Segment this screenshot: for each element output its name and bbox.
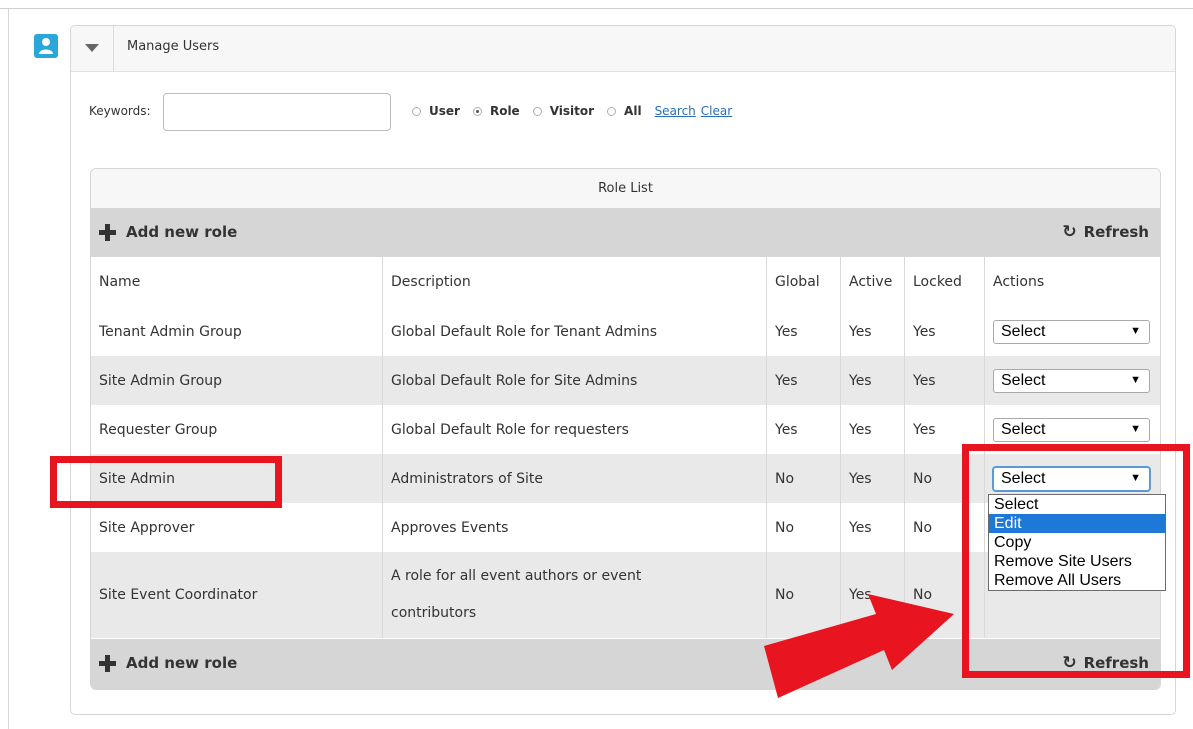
annotation-arrow-icon: [764, 594, 954, 698]
annotation-highlight-site-admin: [50, 456, 282, 508]
role-description: Approves Events: [382, 503, 766, 552]
radio-button[interactable]: [532, 106, 542, 116]
keywords-label: Keywords:: [89, 104, 151, 118]
radio-visitor[interactable]: Visitor: [532, 104, 595, 118]
refresh-label: Refresh: [1083, 223, 1149, 241]
role-name: Requester Group: [99, 421, 218, 438]
role-global: No: [766, 454, 840, 503]
refresh-button[interactable]: ↻ Refresh: [1062, 223, 1149, 241]
add-new-role-button[interactable]: Add new role: [99, 223, 237, 241]
panel-header: Manage Users: [71, 26, 1175, 72]
radio-label: Role: [489, 104, 520, 118]
column-header-active[interactable]: Active: [840, 257, 904, 307]
radio-label: All: [624, 104, 642, 118]
add-new-role-label: Add new role: [126, 223, 238, 241]
select-value: Select: [1001, 420, 1046, 438]
triangle-down-icon: ▼: [1130, 373, 1141, 386]
column-header-global[interactable]: Global: [766, 257, 840, 307]
search-link[interactable]: Search: [655, 104, 696, 118]
column-header-description[interactable]: Description: [382, 257, 766, 307]
panel-title: Manage Users: [127, 39, 220, 54]
top-bar: [0, 0, 1193, 9]
radio-label: User: [429, 104, 460, 118]
annotation-highlight-dropdown: [962, 444, 1190, 678]
column-header-actions: Actions: [984, 257, 1160, 307]
table-header: Name Description Global Active Locked Ac…: [91, 257, 1160, 307]
role-locked: Yes: [904, 307, 984, 356]
role-locked: Yes: [904, 356, 984, 405]
radio-button[interactable]: [607, 106, 617, 116]
keywords-input[interactable]: [163, 93, 391, 131]
role-actions-cell: Select ▼: [984, 356, 1160, 405]
role-description-line: A role for all event authors or event: [391, 568, 642, 584]
role-global: No: [766, 503, 840, 552]
user-badge: [34, 34, 58, 58]
user-icon: [39, 38, 53, 54]
caret-down-icon: [85, 44, 99, 52]
role-name: Site Admin Group: [99, 372, 223, 389]
add-new-role-label: Add new role: [126, 654, 238, 672]
role-list-toolbar-top: Add new role ↻ Refresh: [91, 208, 1160, 257]
actions-select[interactable]: Select ▼: [993, 417, 1150, 442]
radio-user[interactable]: User: [412, 104, 460, 118]
radio-role[interactable]: Role: [472, 104, 520, 118]
column-header-name[interactable]: Name: [91, 257, 382, 307]
triangle-down-icon: ▼: [1130, 324, 1141, 337]
role-description-line: contributors: [391, 605, 477, 621]
search-type-radio-group: User Role Visitor All Search Clear: [412, 104, 737, 118]
collapse-button[interactable]: [71, 26, 114, 71]
role-description: Global Default Role for Site Admins: [382, 356, 766, 405]
refresh-icon: ↻: [1062, 221, 1077, 242]
role-name: Tenant Admin Group: [99, 323, 242, 340]
role-global: Yes: [766, 405, 840, 454]
role-description: Administrators of Site: [382, 454, 766, 503]
role-active: Yes: [840, 454, 904, 503]
page-edge: [8, 9, 9, 729]
actions-select[interactable]: Select ▼: [993, 319, 1150, 344]
role-active: Yes: [840, 307, 904, 356]
table-row: Tenant Admin Group Global Default Role f…: [91, 307, 1160, 356]
role-active: Yes: [840, 503, 904, 552]
role-name: Site Approver: [99, 519, 195, 536]
column-header-locked[interactable]: Locked: [904, 257, 984, 307]
role-name: Site Event Coordinator: [99, 587, 258, 603]
triangle-down-icon: ▼: [1130, 422, 1141, 435]
role-actions-cell: Select ▼: [984, 307, 1160, 356]
plus-icon: [99, 223, 116, 241]
radio-label: Visitor: [549, 104, 595, 118]
radio-button[interactable]: [472, 106, 482, 116]
radio-button[interactable]: [412, 106, 421, 116]
add-new-role-button[interactable]: Add new role: [99, 654, 237, 672]
plus-icon: [99, 654, 116, 672]
role-description: Global Default Role for Tenant Admins: [382, 307, 766, 356]
select-value: Select: [1001, 322, 1046, 340]
table-row: Site Admin Group Global Default Role for…: [91, 356, 1160, 405]
select-value: Select: [1001, 371, 1046, 389]
radio-all[interactable]: All: [607, 104, 642, 118]
role-active: Yes: [840, 356, 904, 405]
role-global: Yes: [766, 356, 840, 405]
role-description: A role for all event authors or event co…: [382, 552, 766, 638]
role-list-title: Role List: [91, 169, 1160, 208]
role-global: Yes: [766, 307, 840, 356]
actions-select[interactable]: Select ▼: [993, 368, 1150, 393]
role-description: Global Default Role for requesters: [382, 405, 766, 454]
role-active: Yes: [840, 405, 904, 454]
clear-link[interactable]: Clear: [701, 104, 732, 118]
